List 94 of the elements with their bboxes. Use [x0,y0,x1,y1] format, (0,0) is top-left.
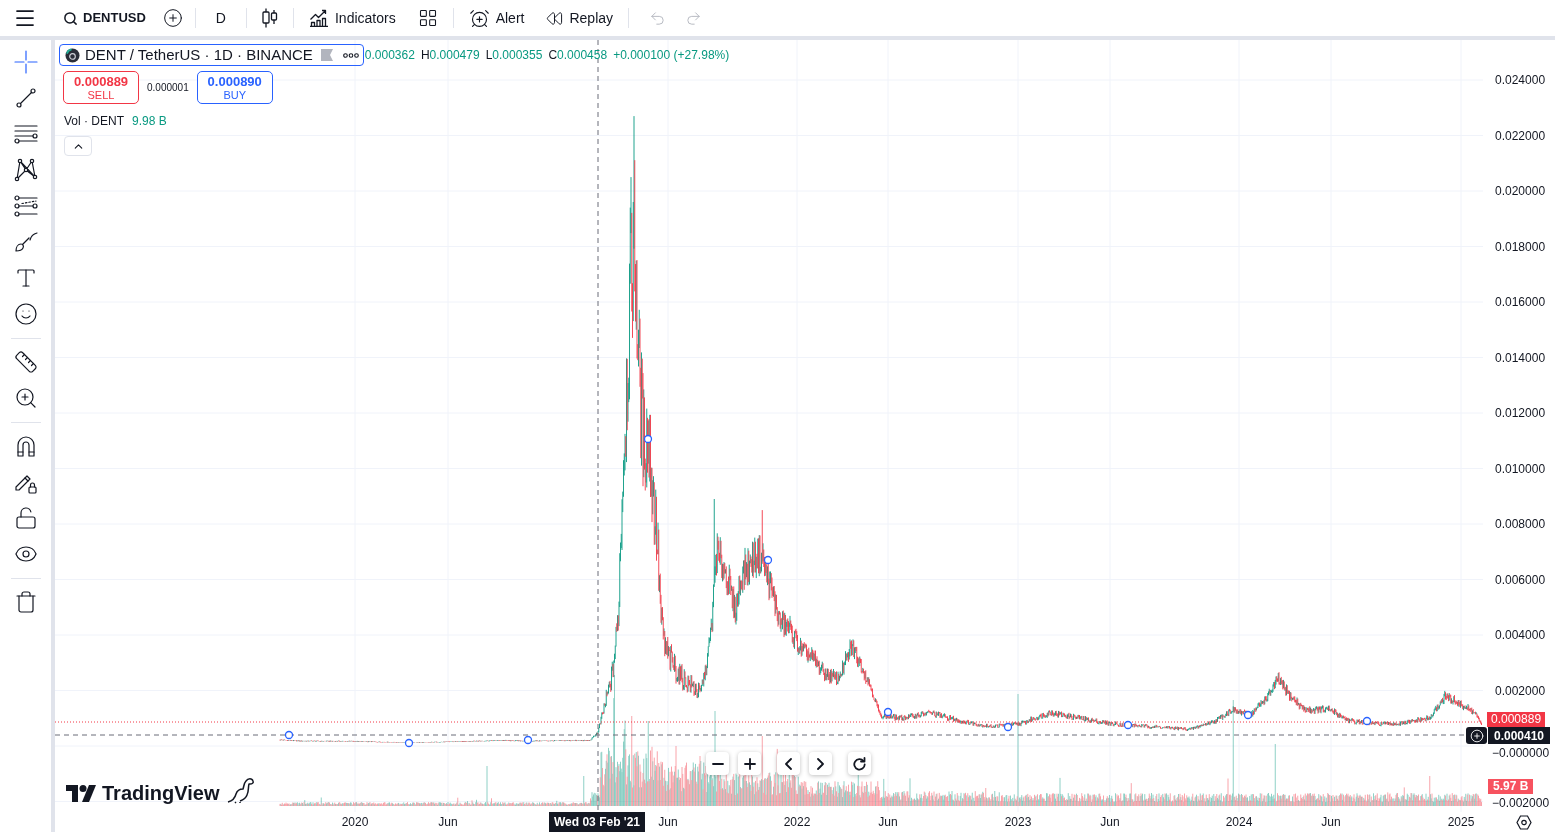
crosshair-date-label: Wed 03 Feb '21 [549,812,645,832]
open-lock-icon [13,506,38,530]
price-axis-label: 0.008000 [1495,516,1546,532]
plus-icon [743,757,756,770]
price-axis-label: 0.006000 [1495,571,1546,588]
ohlc-value: H0.000479 [420,47,480,64]
smiley-icon [13,302,38,326]
price-axis-label: 0.018000 [1495,238,1546,255]
coin-logo-icon [65,47,80,63]
crosshair-icon [13,50,38,74]
crosshair-price-label: 0.000410 [1488,727,1550,744]
settings-button[interactable] [1516,814,1532,830]
add-circle-icon [1469,728,1484,743]
price-axis-label: 0.024000 [1495,72,1546,88]
symbol-title: DENT / TetherUS · 1D · BINANCE [85,45,313,65]
event-marker-icon[interactable] [1362,716,1372,726]
replay-button[interactable]: Replay [541,3,619,33]
volume-label: Vol · DENT [64,113,124,129]
time-axis-label: 2024 [1225,814,1253,830]
event-marker-icon[interactable] [643,434,653,444]
symbol-search-button[interactable]: DENTUSD [60,3,149,33]
current-price-label: 0.000889 [1487,712,1546,727]
event-marker-icon[interactable] [1123,720,1133,730]
price-axis-label: 0.014000 [1495,349,1546,366]
connected-points-icon [13,158,38,182]
price-axis-label: 0.010000 [1495,460,1546,477]
event-marker-icon[interactable] [1243,710,1253,720]
brand-name: TradingView [102,782,220,804]
dinosaur-icon[interactable] [227,776,256,804]
ohlc-value: C0.000458 [548,47,608,64]
zoom-out-button[interactable] [706,752,729,775]
sell-button[interactable]: 0.000889 SELL [63,71,139,104]
collapse-legend-button[interactable] [64,136,92,156]
grid-icon [417,8,438,28]
time-axis-label: Jun [438,814,458,830]
reset-chart-button[interactable] [848,752,871,775]
volume-price-label: 5.97 B [1488,779,1534,794]
time-axis-label: 2022 [783,814,811,830]
price-axis-label: 0.022000 [1495,127,1546,144]
search-icon [63,10,78,26]
settings-icon [1516,814,1532,830]
price-axis-label: 0.020000 [1495,183,1546,199]
ohlc-value: 0.000362 [364,47,415,64]
brush-icon [13,230,38,254]
event-marker-icon[interactable] [883,707,893,717]
price-axis-label: 0.016000 [1495,294,1546,310]
time-axis-label: Jun [1321,814,1341,830]
chevron-right-icon [817,757,824,770]
undo-icon [648,9,666,27]
ruler-icon [13,350,38,374]
indicators-button[interactable]: Indicators [303,3,401,33]
time-axis-label: 2020 [341,814,369,830]
reset-icon [853,756,866,771]
price-axis-label: 0.004000 [1495,627,1546,643]
time-axis-label: 2025 [1447,814,1475,830]
buy-button[interactable]: 0.000890 BUY [196,71,273,104]
chevron-left-icon [785,757,792,770]
zoom-in-button[interactable] [738,752,761,775]
candlesticks-icon [261,8,278,28]
more-icon[interactable] [342,52,359,58]
dotted-lines-icon [13,194,38,218]
event-marker-icon[interactable] [1003,722,1013,732]
alert-button[interactable]: Alert [463,3,530,33]
interval-button[interactable]: D [205,3,236,33]
price-change: +0.000100 (+27.98%) [613,47,730,64]
rewind-icon [546,9,564,27]
alarm-clock-icon [468,7,490,29]
symbol-legend-box[interactable]: DENT / TetherUS · 1D · BINANCE [59,44,364,66]
add-circle-icon [162,8,183,28]
price-axis-label: 0.002000 [1495,682,1546,699]
event-marker-icon[interactable] [763,555,773,565]
event-marker-icon[interactable] [404,738,414,748]
price-axis-label: −0.002000 [1492,795,1550,811]
price-axis-label: 0.012000 [1495,405,1546,421]
time-axis-label: Jun [1100,814,1120,830]
event-marker-icon[interactable] [284,730,294,740]
add-button[interactable] [1466,727,1487,744]
logo-icon [66,784,96,802]
time-axis-label: Jun [878,814,898,830]
redo-icon [684,9,702,27]
horizontal-lines-icon [13,122,38,146]
price-axis-label: −0.000000 [1492,745,1550,761]
volume-value: 9.98 B [132,113,167,129]
time-axis-label: Jun [658,814,678,830]
trend-line-icon [13,86,38,110]
event-marker-icon[interactable] [523,735,533,745]
scroll-left-button[interactable] [777,752,800,775]
time-axis-label: 2023 [1004,814,1032,830]
zoom-in-icon [13,386,38,410]
scroll-right-button[interactable] [809,752,832,775]
ohlc-value: L0.000355 [485,47,543,64]
spread-value: 0.000001 [147,81,189,95]
minus-icon [711,762,724,765]
bar-chart-trend-icon [308,9,329,27]
